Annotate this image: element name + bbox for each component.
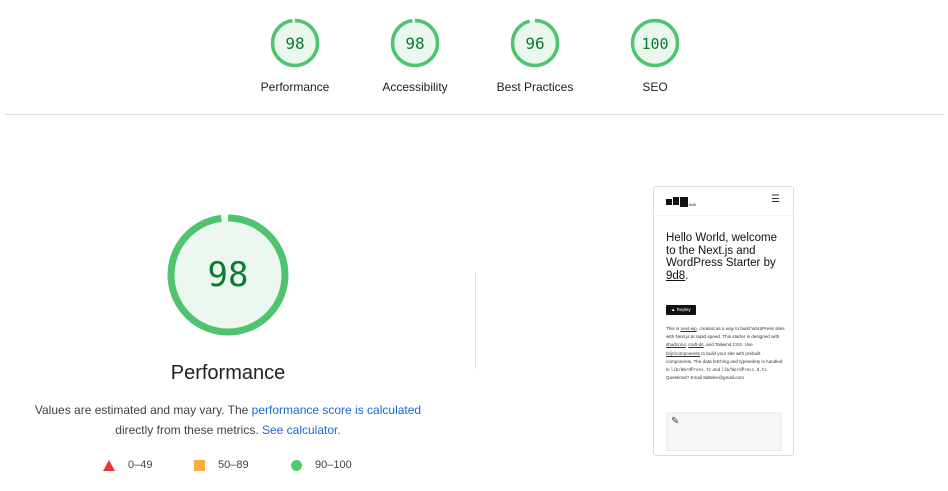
gauge-best-practices[interactable]: 96 Best Practices bbox=[475, 18, 595, 94]
hero-end: . bbox=[685, 269, 689, 282]
gauge-accessibility[interactable]: 98 Accessibility bbox=[355, 18, 475, 94]
score-ring: 98 bbox=[390, 18, 440, 68]
preview-hero-heading: Hello World, welcome to the Next.js and … bbox=[666, 232, 784, 282]
performance-title: Performance bbox=[170, 362, 286, 384]
gauge-label: Performance bbox=[260, 80, 330, 94]
legend-range: 0–49 bbox=[128, 459, 153, 471]
gauge-label: SEO bbox=[642, 80, 668, 94]
body-link: brijr/components bbox=[666, 350, 700, 356]
legend-fail: 0–49 bbox=[103, 459, 152, 471]
body-code: lib/WordPress.d.ts bbox=[721, 367, 767, 373]
legend-pass: 90–100 bbox=[291, 459, 352, 471]
body-text: and bbox=[711, 367, 722, 373]
see-calculator-link[interactable]: See calculator. bbox=[262, 423, 341, 437]
triangle-icon bbox=[103, 459, 115, 471]
header-divider bbox=[5, 114, 945, 115]
gauge-label: Best Practices bbox=[496, 80, 574, 94]
body-link: next-wp bbox=[680, 326, 697, 331]
section-divider bbox=[475, 272, 476, 369]
body-code: lib/WordPress.ts bbox=[670, 367, 712, 373]
category-gauges: 98 Performance 98 Accessibility 96 Best … bbox=[0, 18, 948, 108]
preview-header: 9d8 ☰ bbox=[654, 187, 793, 216]
circle-icon bbox=[291, 459, 302, 471]
preview-body-text: This is next-wp, created as a way to bui… bbox=[666, 325, 786, 382]
score-value: 98 bbox=[405, 34, 424, 53]
pencil-icon: ✎ bbox=[671, 416, 680, 427]
score-value: 98 bbox=[285, 34, 304, 53]
site-logo: 9d8 bbox=[666, 197, 696, 209]
desc-text: directly from these metrics. bbox=[115, 423, 262, 437]
preview-replay-button: ▲ Replay bbox=[666, 305, 696, 315]
desc-text: Values are estimated and may vary. The bbox=[34, 403, 252, 417]
preview-edit-box: ✎ bbox=[666, 412, 782, 451]
score-ring: 96 bbox=[510, 18, 560, 68]
final-screenshot-preview[interactable]: 9d8 ☰ Hello World, welcome to the Next.j… bbox=[653, 186, 794, 456]
score-value: 100 bbox=[641, 35, 668, 53]
hamburger-icon: ☰ bbox=[771, 194, 780, 205]
legend-range: 50–89 bbox=[218, 459, 249, 471]
score-legend: 0–49 50–89 90–100 bbox=[0, 459, 456, 475]
logo-text: 9d8 bbox=[689, 202, 696, 207]
gauge-seo[interactable]: 100 SEO bbox=[595, 18, 715, 94]
score-ring: 98 bbox=[270, 18, 320, 68]
legend-range: 90–100 bbox=[315, 459, 352, 471]
score-ring: 100 bbox=[630, 18, 680, 68]
performance-description: Values are estimated and may vary. The p… bbox=[0, 400, 456, 440]
performance-score-link[interactable]: performance score is calculated bbox=[252, 403, 421, 417]
gauge-performance[interactable]: 98 Performance bbox=[235, 18, 355, 94]
body-link: shadcn/ui bbox=[666, 342, 686, 348]
square-icon bbox=[194, 459, 205, 471]
hero-link: 9d8 bbox=[666, 269, 686, 282]
hero-text: Hello World, welcome to the Next.js and … bbox=[666, 232, 777, 269]
body-link: craft-ds bbox=[688, 342, 704, 348]
body-text: This is bbox=[666, 326, 681, 331]
legend-average: 50–89 bbox=[194, 459, 249, 471]
body-text: , and Tailwind CSS. Use bbox=[703, 342, 753, 348]
score-value: 96 bbox=[525, 34, 544, 53]
performance-score-gauge: 98 bbox=[167, 214, 289, 336]
gauge-label: Accessibility bbox=[382, 80, 448, 94]
performance-score-value: 98 bbox=[208, 255, 249, 295]
